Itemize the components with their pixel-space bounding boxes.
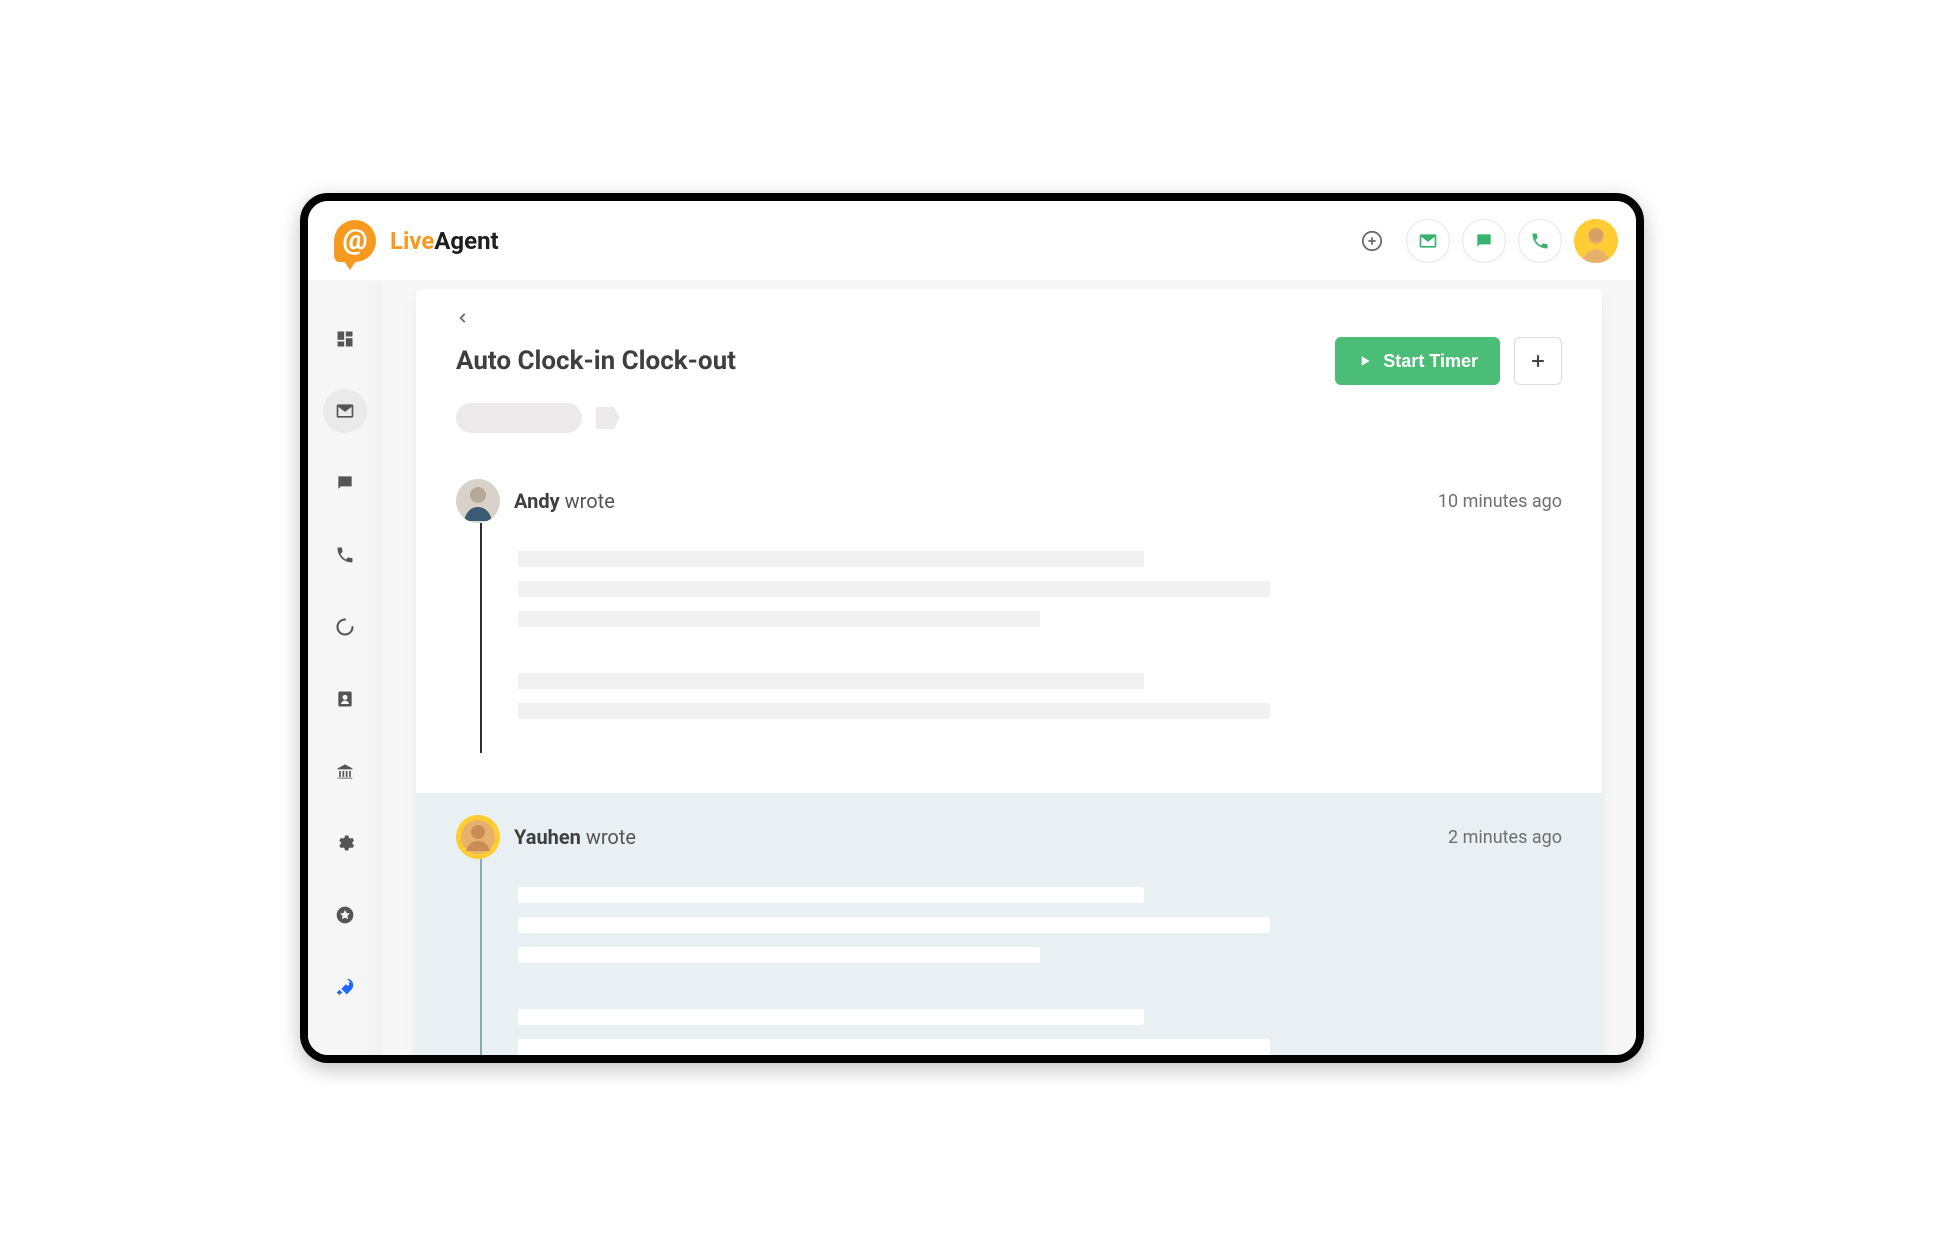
sidebar-item-loading[interactable] [323,605,367,649]
message-author-line: Yauhen wrote [514,825,1434,849]
app-body: Auto Clock-in Clock-out Start Timer [308,281,1636,1055]
sidebar-item-dashboard[interactable] [323,317,367,361]
message-avatar [456,815,500,859]
message-verb: wrote [581,825,636,849]
add-button[interactable] [1514,337,1562,385]
sidebar-item-contacts[interactable] [323,677,367,721]
topbar-phone-button[interactable] [1518,219,1562,263]
message-avatar [456,479,500,523]
mail-icon [335,401,355,421]
sidebar-item-phone[interactable] [323,533,367,577]
rocket-icon [334,976,356,998]
phone-icon [335,545,355,565]
main-content: Auto Clock-in Clock-out Start Timer [382,281,1636,1055]
sidebar-item-rocket[interactable] [323,965,367,1009]
mail-icon [1418,231,1438,251]
device-frame: @ LiveAgent [300,193,1644,1063]
sidebar-item-kb[interactable] [323,749,367,793]
placeholder-line [518,1009,1144,1025]
message-author: Yauhen [514,825,581,849]
building-icon [335,761,355,781]
topbar: @ LiveAgent [308,201,1636,281]
message-time: 2 minutes ago [1448,827,1562,848]
new-ticket-button[interactable] [1350,219,1394,263]
topbar-actions [1350,219,1618,263]
gear-icon [335,833,355,853]
sidebar-item-settings[interactable] [323,821,367,865]
ticket-title: Auto Clock-in Clock-out [456,346,736,376]
message-body [480,859,1562,1055]
brand-part2: Agent [434,227,498,255]
placeholder-line [518,673,1144,689]
chevron-left-icon [456,311,470,325]
message-item: Yauhen wrote 2 minutes ago [416,793,1602,1055]
topbar-mail-button[interactable] [1406,219,1450,263]
brand-bubble-icon: @ [334,220,376,262]
placeholder-line [518,581,1270,597]
placeholder-line [518,917,1270,933]
placeholder-line [518,947,1040,963]
message-time: 10 minutes ago [1438,491,1562,512]
brand-part1: Live [390,227,434,255]
back-button[interactable] [456,307,478,329]
placeholder-line [518,703,1270,719]
status-pill-placeholder[interactable] [456,403,582,433]
spinner-icon [335,617,355,637]
chat-icon [335,473,355,493]
plus-circle-icon [1361,230,1383,252]
topbar-chat-button[interactable] [1462,219,1506,263]
ticket-header: Auto Clock-in Clock-out Start Timer [416,289,1602,457]
sidebar-item-mail[interactable] [323,389,367,433]
placeholder-line [518,551,1144,567]
tag-icon[interactable] [596,407,620,429]
messages: Andy wrote 10 minutes ago Yauhen wrote 2 mi… [416,457,1602,1055]
message-author-line: Andy wrote [514,489,1424,513]
placeholder-line [518,1039,1270,1055]
brand-logo: @ LiveAgent [334,220,499,262]
star-icon [335,905,355,925]
message-head: Andy wrote 10 minutes ago [456,479,1562,523]
start-timer-button[interactable]: Start Timer [1335,337,1500,385]
plus-icon [1528,351,1548,371]
ticket-card: Auto Clock-in Clock-out Start Timer [416,289,1602,1055]
placeholder-line [518,887,1144,903]
message-item: Andy wrote 10 minutes ago [416,457,1602,793]
placeholder-line [518,611,1040,627]
message-head: Yauhen wrote 2 minutes ago [456,815,1562,859]
sidebar-item-starred[interactable] [323,893,367,937]
brand-text: LiveAgent [390,227,499,255]
user-avatar[interactable] [1574,219,1618,263]
play-icon [1357,353,1373,369]
message-body [480,523,1562,753]
contact-icon [335,689,355,709]
start-timer-label: Start Timer [1383,351,1478,372]
phone-icon [1530,231,1550,251]
sidebar [308,281,382,1055]
sidebar-item-chat[interactable] [323,461,367,505]
dashboard-icon [335,329,355,349]
tag-row [456,403,1562,433]
message-verb: wrote [560,489,615,513]
message-author: Andy [514,489,560,513]
chat-icon [1474,231,1494,251]
